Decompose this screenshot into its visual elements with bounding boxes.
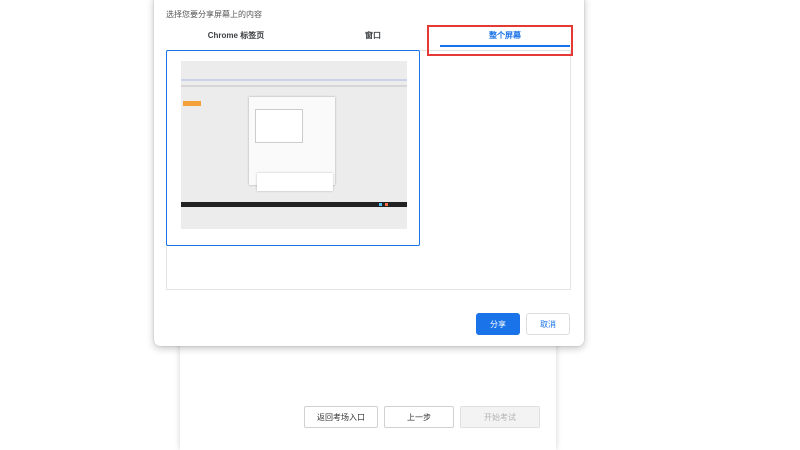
- previous-step-button[interactable]: 上一步: [384, 406, 454, 428]
- preview-bookmarks: [181, 85, 407, 87]
- preview-taskbar: [181, 202, 407, 207]
- preview-dialog-content: [255, 109, 303, 143]
- preview-logo: [183, 101, 201, 106]
- preview-panel: [257, 173, 333, 191]
- tab-entire-screen[interactable]: 整个屏幕: [440, 24, 570, 46]
- return-to-entrance-button[interactable]: 返回考场入口: [304, 406, 378, 428]
- screen-thumbnail-option[interactable]: [166, 50, 420, 246]
- preview-tray-icon: [385, 203, 388, 206]
- screen-preview-image: [181, 61, 407, 229]
- tab-chrome-tabs[interactable]: Chrome 标签页: [166, 24, 306, 46]
- cancel-button[interactable]: 取消: [526, 313, 570, 335]
- active-tab-indicator: [440, 45, 570, 47]
- dialog-prompt: 选择您要分享屏幕上的内容: [166, 10, 262, 19]
- preview-tray-icon: [379, 203, 382, 206]
- preview-dialog: [249, 97, 335, 185]
- share-button[interactable]: 分享: [476, 313, 520, 335]
- tab-window[interactable]: 窗口: [306, 24, 440, 46]
- preview-toolbar: [181, 79, 407, 81]
- start-exam-button[interactable]: 开始考试: [460, 406, 540, 428]
- screen-share-dialog: 选择您要分享屏幕上的内容 Chrome 标签页 窗口 整个屏幕 分享 取消: [154, 0, 584, 346]
